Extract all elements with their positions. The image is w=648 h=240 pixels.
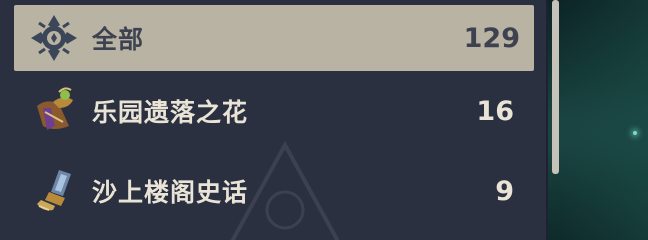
category-count: 9 (495, 175, 514, 207)
category-count: 129 (463, 22, 520, 54)
category-item-flower[interactable]: 乐园遗落之花 16 (14, 78, 534, 144)
category-count: 16 (476, 95, 514, 127)
flower-artifact-icon (37, 87, 73, 130)
category-label: 沙上楼阁史话 (92, 178, 249, 207)
category-item-all[interactable]: 全部 129 (14, 5, 534, 71)
scrollbar-thumb[interactable] (552, 0, 559, 174)
category-item-hourglass[interactable]: 沙上楼阁史话 9 (14, 158, 534, 224)
all-category-emblem-icon (31, 15, 77, 61)
artifact-category-screen: 全部 129 乐园遗落之花 16 沙上楼阁史话 9 (0, 0, 648, 240)
background-glow (560, 0, 648, 240)
sparkle-decoration (633, 131, 637, 135)
category-label: 全部 (92, 25, 145, 54)
hourglass-artifact-icon (37, 170, 71, 211)
category-label: 乐园遗落之花 (92, 98, 249, 127)
category-list-panel: 全部 129 乐园遗落之花 16 沙上楼阁史话 9 (0, 0, 548, 240)
